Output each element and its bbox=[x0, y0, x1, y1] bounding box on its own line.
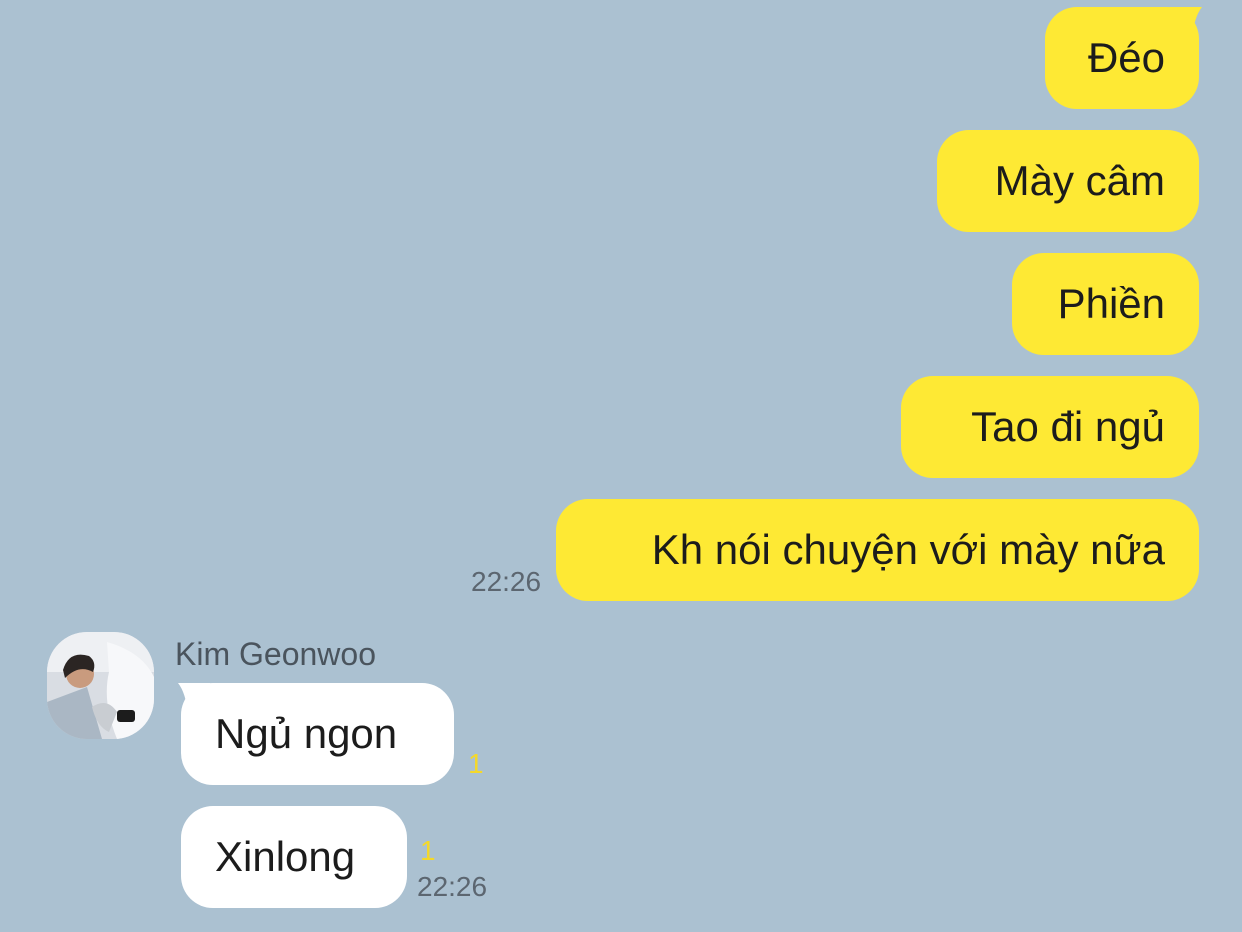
unread-count: 1 bbox=[420, 835, 436, 866]
message-text: Xinlong bbox=[215, 833, 356, 880]
sender-name: Kim Geonwoo bbox=[175, 636, 376, 672]
sent-message-bubble[interactable]: Kh nói chuyện với mày nữa bbox=[556, 499, 1199, 601]
message-text: Ngủ ngon bbox=[215, 710, 398, 757]
message-text: Kh nói chuyện với mày nữa bbox=[651, 526, 1165, 573]
received-message-bubble[interactable]: Ngủ ngon bbox=[181, 683, 454, 785]
profile-photo-icon bbox=[47, 632, 154, 739]
unread-count: 1 bbox=[468, 748, 484, 779]
message-text: Mày câm bbox=[994, 157, 1165, 204]
avatar[interactable] bbox=[47, 632, 154, 739]
message-text: Đéo bbox=[1087, 34, 1165, 81]
bubble-tail-icon bbox=[1170, 7, 1202, 39]
sent-message-bubble[interactable]: Phiền bbox=[1012, 253, 1199, 355]
message-timestamp: 22:26 bbox=[417, 871, 488, 902]
sent-message-bubble[interactable]: Mày câm bbox=[937, 130, 1199, 232]
message-text: Tao đi ngủ bbox=[971, 403, 1165, 450]
sent-message-bubble[interactable]: Tao đi ngủ bbox=[901, 376, 1199, 478]
received-message-bubble[interactable]: Xinlong bbox=[181, 806, 407, 908]
message-text: Phiền bbox=[1057, 280, 1165, 327]
message-timestamp: 22:26 bbox=[471, 566, 542, 597]
